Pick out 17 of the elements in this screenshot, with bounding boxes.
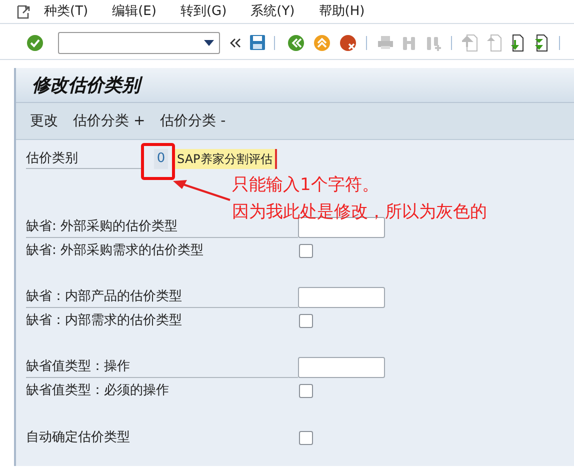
toolbar-button[interactable]: 估价分类 - [160, 110, 226, 132]
menu-item[interactable]: 种类(T) [44, 2, 88, 22]
menu-item[interactable]: 转到(G) [180, 2, 227, 22]
field-label: 估价类别 [26, 149, 142, 169]
field-label: 自动确定估价类型 [26, 428, 131, 446]
description-field: SAP养家分割评估 [172, 149, 278, 169]
menu-item[interactable]: 系统(Y) [250, 2, 295, 22]
field-label: 缺省：内部产品的估价类型 [26, 287, 298, 308]
field-label: 缺省值类型：操作 [26, 357, 298, 378]
menu-item[interactable]: 编辑(E) [112, 2, 156, 22]
menu-item[interactable]: 帮助(H) [318, 2, 365, 22]
toolbar-button[interactable]: 估价分类 + [73, 110, 146, 132]
field-label: 缺省：内部需求的估价类型 [26, 312, 183, 330]
annotation-text: 只能输入1个字符。 [232, 174, 380, 197]
field-label: 缺省: 外部采购需求的估价类型 [26, 242, 205, 260]
field-label: 缺省值类型：必须的操作 [26, 382, 170, 400]
toolbar-button[interactable]: 更改 [30, 110, 58, 132]
